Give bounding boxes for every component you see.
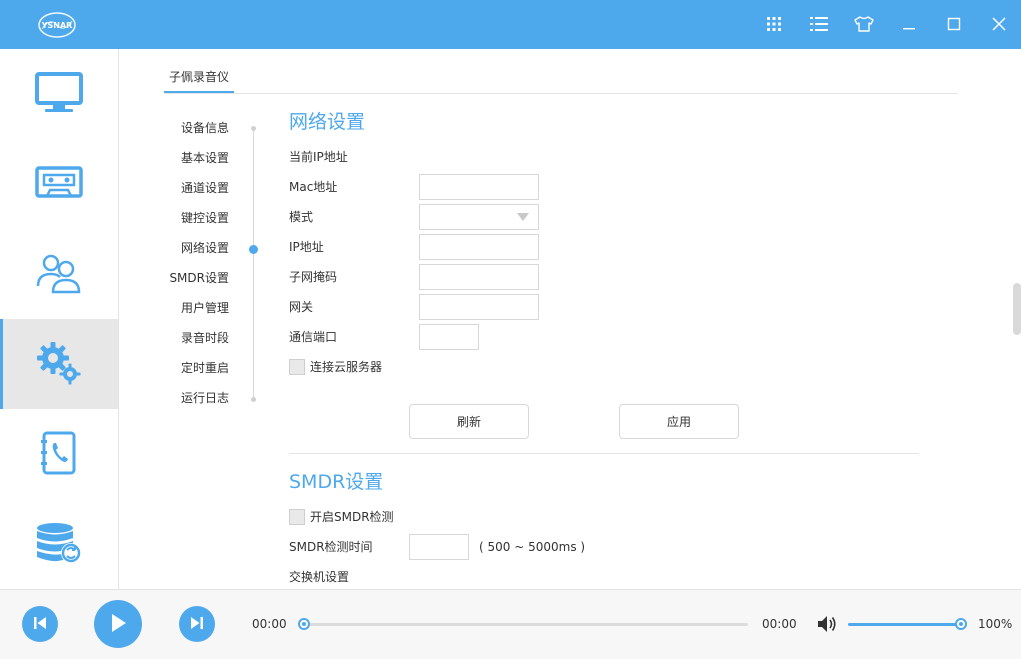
list-icon[interactable]	[807, 12, 831, 36]
volume-icon[interactable]	[816, 614, 838, 634]
monitor-icon	[35, 71, 83, 118]
network-settings-title: 网络设置	[289, 111, 366, 133]
left-nav	[0, 49, 119, 589]
subnav-key-settings[interactable]: 键控设置	[181, 210, 229, 226]
logo-text: YSNAR	[41, 21, 73, 30]
cassette-icon	[35, 165, 83, 203]
app-window: YSNAR 子佩录音仪 设备信息 基本设置 通道设置 键控设置 网络设置 SMD…	[0, 0, 1021, 659]
smdr-detect-time-input[interactable]	[409, 534, 469, 560]
current-ip-label: 当前IP地址	[289, 150, 348, 164]
scrollbar-thumb[interactable]	[1013, 283, 1021, 335]
smdr-detect-time-label: SMDR检测时间	[289, 540, 373, 554]
subnav-scheduled-restart[interactable]: 定时重启	[181, 360, 229, 376]
skip-previous-icon	[32, 615, 48, 634]
skip-next-icon	[189, 615, 205, 634]
nav-item-database[interactable]	[0, 499, 118, 589]
dropdown-arrow-icon	[517, 213, 529, 221]
database-icon	[35, 522, 83, 567]
phonebook-icon	[39, 431, 79, 478]
nav-item-recordings[interactable]	[0, 139, 118, 229]
volume-knob[interactable]	[955, 618, 967, 630]
tshirt-icon[interactable]	[852, 12, 876, 36]
subnav-basic-settings[interactable]: 基本设置	[181, 150, 229, 166]
gears-icon	[35, 339, 83, 390]
subnet-input[interactable]	[419, 264, 539, 290]
subnav-network-settings[interactable]: 网络设置	[181, 240, 229, 256]
subnav-recording-schedule[interactable]: 录音时段	[181, 330, 229, 346]
title-bar: YSNAR	[0, 0, 1021, 49]
subnav-channel-settings[interactable]: 通道设置	[181, 180, 229, 196]
smdr-enable-label: 开启SMDR检测	[310, 510, 394, 524]
section-divider	[289, 453, 919, 454]
nav-item-phonebook[interactable]	[0, 409, 118, 499]
volume-percent: 100%	[978, 617, 1013, 631]
ysnar-logo: YSNAR	[36, 11, 78, 39]
port-input[interactable]	[419, 324, 479, 350]
mac-label: Mac地址	[289, 180, 338, 194]
main-panel: 子佩录音仪 设备信息 基本设置 通道设置 键控设置 网络设置 SMDR设置 用户…	[119, 49, 1021, 589]
smdr-enable-checkbox[interactable]	[289, 509, 305, 525]
player-bar: 00:00 00:00 100%	[0, 589, 1021, 659]
grid-icon[interactable]	[762, 12, 786, 36]
mac-input[interactable]	[419, 174, 539, 200]
gateway-label: 网关	[289, 300, 314, 314]
tab-recorder[interactable]: 子佩录音仪	[164, 68, 234, 93]
subnav-timeline	[253, 129, 254, 399]
subnav-active-indicator	[249, 245, 258, 254]
minimize-icon[interactable]	[897, 12, 921, 36]
current-time: 00:00	[252, 617, 287, 631]
smdr-settings-title: SMDR设置	[289, 471, 384, 493]
refresh-button[interactable]: 刷新	[409, 404, 529, 439]
cloud-server-label: 连接云服务器	[310, 360, 383, 374]
cloud-server-checkbox[interactable]	[289, 359, 305, 375]
apply-button[interactable]: 应用	[619, 404, 739, 439]
volume-track[interactable]	[848, 623, 961, 626]
subnav-top-dot	[251, 126, 256, 131]
subnet-label: 子网掩码	[289, 270, 338, 284]
next-button[interactable]	[179, 606, 215, 642]
users-icon	[35, 252, 83, 297]
nav-item-monitor[interactable]	[0, 49, 118, 139]
maximize-icon[interactable]	[942, 12, 966, 36]
subnav-run-log[interactable]: 运行日志	[181, 390, 229, 406]
mode-select[interactable]	[419, 204, 539, 230]
play-button[interactable]	[94, 600, 142, 648]
progress-track[interactable]	[304, 623, 748, 626]
subnav-device-info[interactable]: 设备信息	[181, 120, 229, 136]
tab-divider	[164, 93, 958, 94]
gateway-input[interactable]	[419, 294, 539, 320]
subnav-smdr-settings[interactable]: SMDR设置	[169, 270, 229, 286]
close-icon[interactable]	[987, 12, 1011, 36]
port-label: 通信端口	[289, 330, 338, 344]
ip-label: IP地址	[289, 240, 324, 254]
ip-input[interactable]	[419, 234, 539, 260]
total-time: 00:00	[762, 617, 797, 631]
subnav-bottom-dot	[251, 397, 256, 402]
progress-knob[interactable]	[298, 618, 310, 630]
switch-settings-label: 交换机设置	[289, 570, 350, 584]
nav-item-settings[interactable]	[0, 319, 118, 409]
play-icon	[109, 613, 127, 636]
volume-fill	[848, 623, 961, 626]
previous-button[interactable]	[22, 606, 58, 642]
smdr-detect-time-hint: ( 500 ~ 5000ms )	[479, 540, 586, 554]
nav-item-users[interactable]	[0, 229, 118, 319]
mode-label: 模式	[289, 210, 314, 224]
subnav-user-management[interactable]: 用户管理	[181, 300, 229, 316]
